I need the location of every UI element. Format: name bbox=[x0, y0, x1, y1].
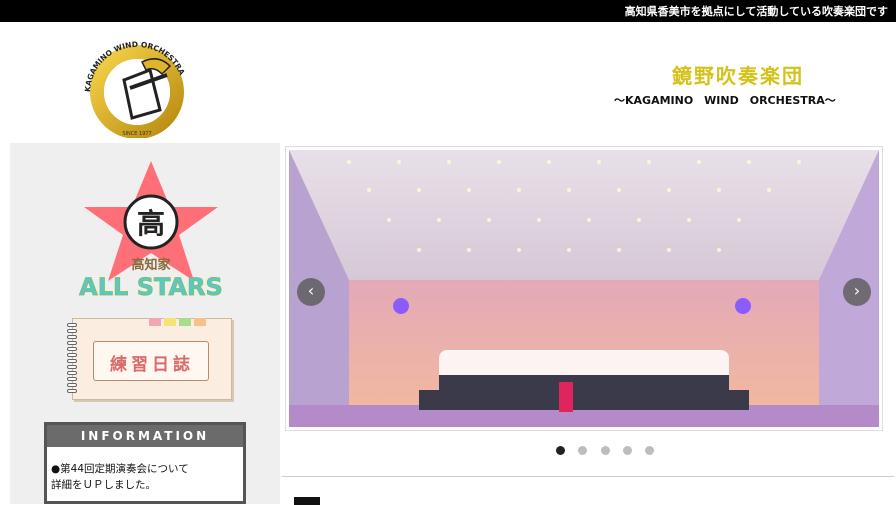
section-divider bbox=[282, 476, 894, 477]
site-tagline: 高知県香美市を拠点にして活動している吹奏楽団です bbox=[624, 5, 888, 18]
photo-slider: ‹ › bbox=[285, 146, 883, 431]
information-box: INFORMATION ●第44回定期演奏会について 詳細をＵＰしました。 bbox=[44, 422, 246, 504]
allstars-banner[interactable]: 高 高知家 ALL STARS bbox=[66, 159, 236, 299]
information-body: ●第44回定期演奏会について 詳細をＵＰしました。 bbox=[47, 447, 243, 493]
information-item: 詳細をＵＰしました。 bbox=[51, 479, 156, 491]
allstars-badge-char: 高 bbox=[137, 207, 165, 240]
orchestra-logo[interactable]: KAGAMINO WIND ORCHESTRA SINCE 1977 bbox=[72, 30, 202, 138]
notebook-rings-icon bbox=[67, 323, 79, 397]
site-header: KAGAMINO WIND ORCHESTRA SINCE 1977 鏡野吹奏楽… bbox=[10, 22, 896, 142]
slider-next-button[interactable]: › bbox=[843, 278, 871, 306]
allstars-line2: ALL STARS bbox=[79, 273, 223, 299]
slider-dot[interactable] bbox=[622, 446, 632, 455]
logo-since: SINCE 1977 bbox=[122, 131, 151, 137]
site-subtitle: ～KAGAMINO WIND ORCHESTRA～ bbox=[614, 94, 836, 107]
slider-dot[interactable] bbox=[600, 446, 610, 455]
concert-hall-photo bbox=[289, 150, 879, 427]
diary-label-box: 練習日誌 bbox=[93, 341, 209, 381]
practice-diary-banner[interactable]: 練習日誌 bbox=[67, 318, 232, 400]
information-item[interactable]: ●第44回定期演奏会について bbox=[51, 461, 239, 477]
main-content: ‹ › bbox=[280, 143, 896, 505]
chevron-right-icon: › bbox=[853, 281, 861, 300]
slider-dot[interactable] bbox=[556, 446, 566, 455]
site-title[interactable]: 鏡野吹奏楽団 bbox=[672, 60, 804, 89]
slider-prev-button[interactable]: ‹ bbox=[297, 278, 325, 306]
sidebar: 高 高知家 ALL STARS 練習日誌 INFORMATION ●第44回定期… bbox=[10, 143, 280, 504]
chevron-left-icon: ‹ bbox=[307, 281, 315, 300]
information-title: INFORMATION bbox=[47, 425, 243, 447]
top-bar: 高知県香美市を拠点にして活動している吹奏楽団です bbox=[0, 0, 896, 22]
sticky-tabs-icon bbox=[149, 311, 209, 330]
slide-image: ‹ › bbox=[289, 150, 879, 427]
allstars-line1: 高知家 bbox=[131, 257, 171, 273]
slider-dot[interactable] bbox=[578, 446, 588, 455]
diary-label: 練習日誌 bbox=[110, 355, 194, 375]
slider-dot[interactable] bbox=[644, 446, 654, 455]
slider-pagination bbox=[280, 440, 896, 455]
